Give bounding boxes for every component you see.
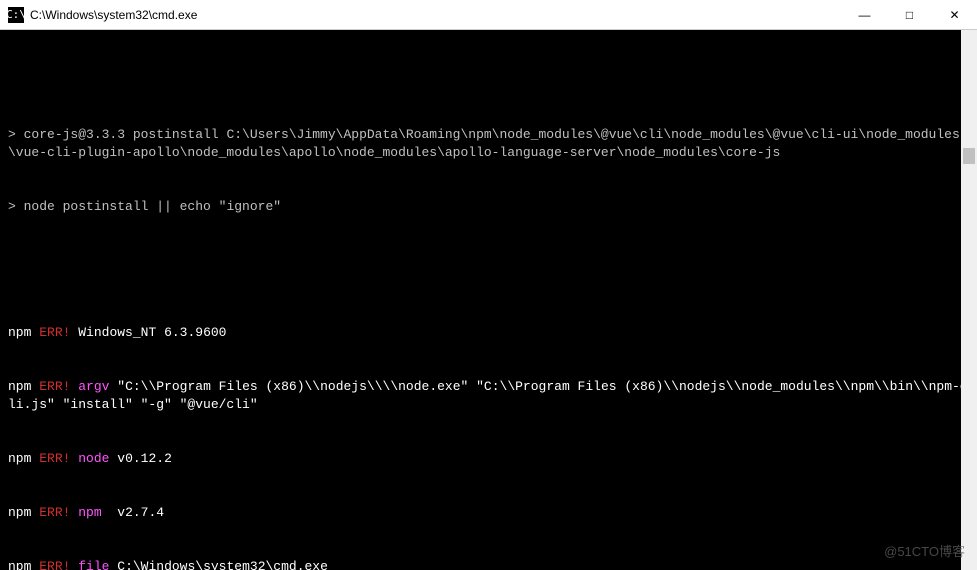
titlebar: C:\ C:\Windows\system32\cmd.exe — □ ✕ — [0, 0, 977, 30]
npm-error-line: npm ERR! node v0.12.2 — [8, 450, 969, 468]
scrollbar-track[interactable] — [961, 30, 977, 570]
maximize-button[interactable]: □ — [887, 0, 932, 29]
minimize-button[interactable]: — — [842, 0, 887, 29]
npm-error-line: npm ERR! Windows_NT 6.3.9600 — [8, 324, 969, 342]
cmd-icon: C:\ — [8, 7, 24, 23]
window-title: C:\Windows\system32\cmd.exe — [30, 8, 842, 22]
terminal-output[interactable]: > core-js@3.3.3 postinstall C:\Users\Jim… — [0, 30, 977, 570]
npm-error-line: npm ERR! file C:\Windows\system32\cmd.ex… — [8, 558, 969, 570]
command-line: > core-js@3.3.3 postinstall C:\Users\Jim… — [8, 126, 969, 162]
close-button[interactable]: ✕ — [932, 0, 977, 29]
npm-error-line: npm ERR! npm v2.7.4 — [8, 504, 969, 522]
npm-error-line: npm ERR! argv "C:\\Program Files (x86)\\… — [8, 378, 969, 414]
window-controls: — □ ✕ — [842, 0, 977, 29]
command-line: > node postinstall || echo "ignore" — [8, 198, 969, 216]
scrollbar-thumb[interactable] — [963, 148, 975, 164]
